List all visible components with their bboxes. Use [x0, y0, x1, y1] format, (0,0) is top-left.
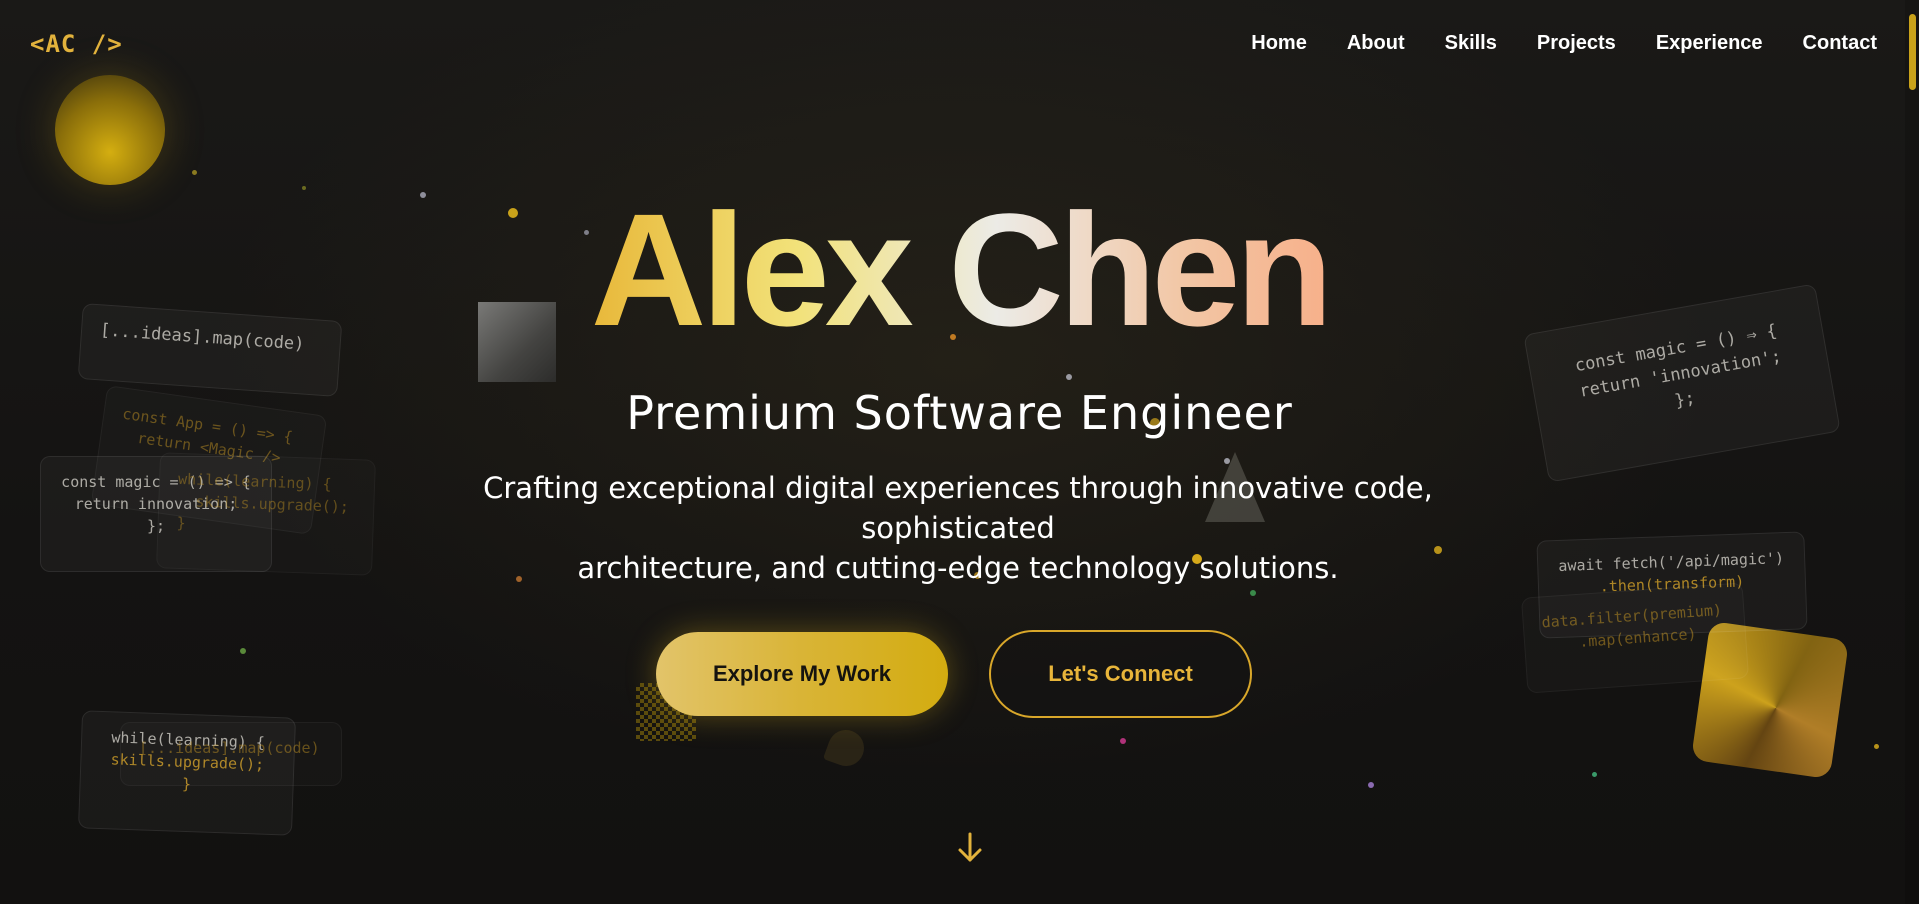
nav-item-projects[interactable]: Projects: [1537, 32, 1616, 55]
particle: [1120, 738, 1126, 744]
hero-name-text: Alex Chen: [590, 180, 1333, 359]
glow-orb-decoration: [55, 75, 165, 185]
particle: [1066, 374, 1072, 380]
particle: [1874, 744, 1879, 749]
code-text: skills.upgrade();: [195, 492, 350, 516]
particle: [1368, 782, 1374, 788]
nav-item-skills[interactable]: Skills: [1445, 32, 1497, 55]
nav-item-about[interactable]: About: [1347, 32, 1405, 55]
lets-connect-button[interactable]: Let's Connect: [989, 630, 1252, 718]
hero-name: Alex Chen: [0, 190, 1919, 350]
nav-item-contact[interactable]: Contact: [1803, 32, 1877, 55]
nav-item-experience[interactable]: Experience: [1656, 32, 1763, 55]
code-text: while(learning) {: [177, 469, 332, 494]
hero-subtitle: Premium Software Engineer: [626, 386, 1293, 440]
code-text: }: [176, 513, 186, 533]
hero-description: Crafting exceptional digital experiences…: [390, 468, 1526, 588]
particle: [192, 170, 197, 175]
hero-description-line: architecture, and cutting-edge technolog…: [577, 551, 1339, 585]
particle: [1224, 458, 1230, 464]
hero-page: [...ideas].map(code) const App = () => {…: [0, 0, 1919, 904]
code-text: .map(enhance): [1578, 624, 1698, 651]
code-card-ideas-map-2: [...ideas].map(code): [120, 722, 342, 786]
cone-decoration: [822, 724, 870, 772]
explore-work-button[interactable]: Explore My Work: [656, 632, 948, 716]
scrollbar-track[interactable]: [1905, 0, 1919, 904]
particle: [240, 648, 246, 654]
particle: [1592, 772, 1597, 777]
code-card-filter: data.filter(premium) .map(enhance): [1520, 582, 1750, 694]
scrollbar-thumb[interactable]: [1909, 14, 1916, 90]
code-text: await fetch('/api/magic'): [1558, 549, 1785, 575]
nav-item-home[interactable]: Home: [1251, 32, 1307, 55]
main-nav: Home About Skills Projects Experience Co…: [1251, 32, 1877, 55]
arrow-down-icon[interactable]: [955, 830, 985, 866]
particle: [1250, 590, 1256, 596]
code-card-learning: while(learning) { skills.upgrade(); }: [156, 452, 376, 576]
code-text: [...ideas].map(code): [139, 739, 320, 757]
hero-description-line: Crafting exceptional digital experiences…: [483, 471, 1433, 545]
site-logo[interactable]: <AC />: [30, 30, 123, 58]
arrow-down-icon-svg: [958, 832, 982, 862]
